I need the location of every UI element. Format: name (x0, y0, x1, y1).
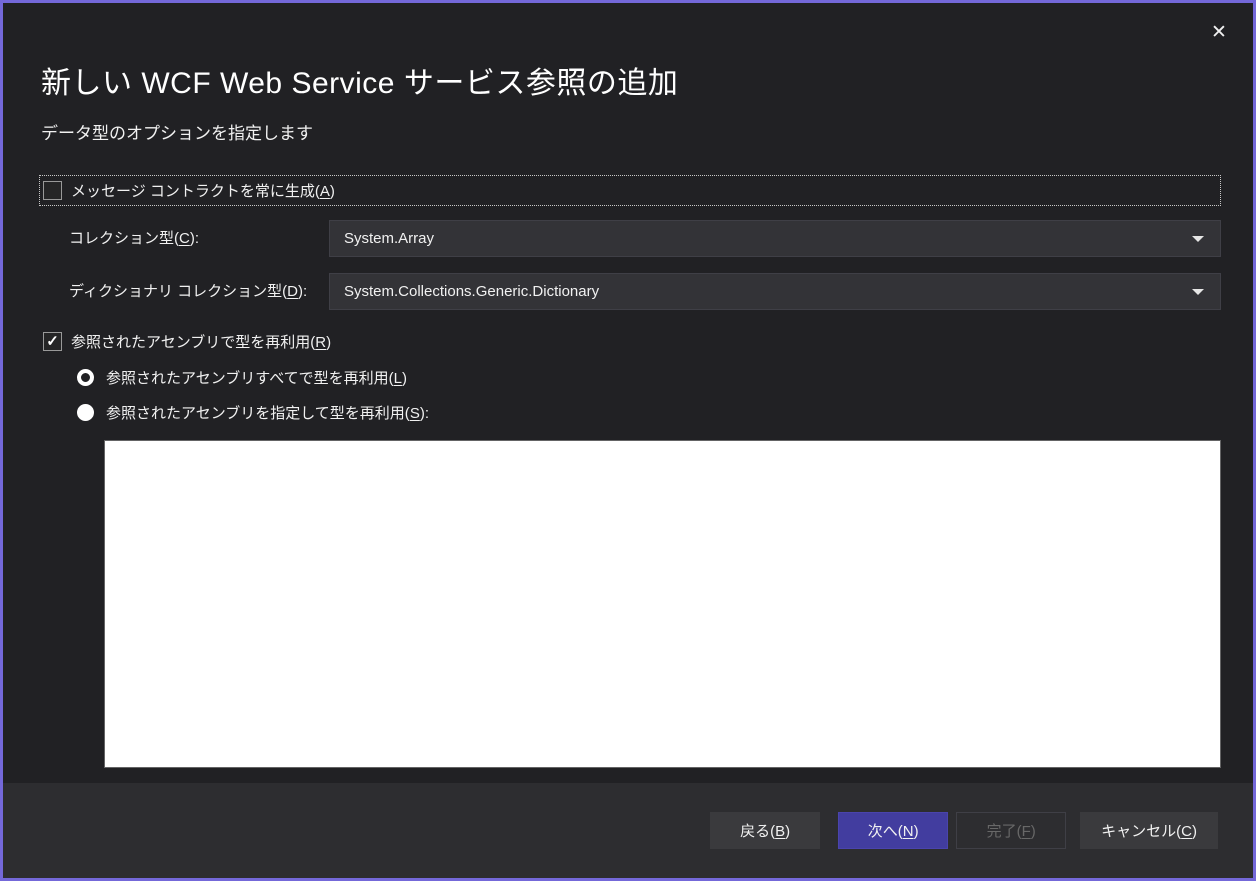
close-icon: ✕ (1211, 22, 1227, 43)
collection-type-select[interactable]: System.Array (329, 220, 1221, 257)
reuse-all-radio-row: 参照されたアセンブリすべてで型を再利用(L) (77, 367, 407, 388)
label-text: ): (189, 230, 200, 247)
label-text: メッセージ コントラクトを常に生成( (71, 183, 320, 200)
checkmark-icon: ✓ (46, 333, 59, 350)
add-wcf-service-reference-dialog: ✕ 新しい WCF Web Service サービス参照の追加 データ型のオプシ… (0, 0, 1256, 881)
access-key: S (409, 405, 420, 422)
dictionary-type-value: System.Collections.Generic.Dictionary (344, 283, 600, 300)
close-button[interactable]: ✕ (1205, 19, 1233, 47)
label-text: 参照されたアセンブリで型を再利用( (71, 334, 316, 351)
label-text: ): (419, 405, 429, 422)
message-contract-row: メッセージ コントラクトを常に生成(A) (39, 175, 1221, 206)
message-contract-checkbox[interactable] (43, 181, 62, 200)
access-key: L (393, 370, 402, 387)
reuse-types-row: ✓ 参照されたアセンブリで型を再利用(R) (43, 331, 331, 352)
label-text: ) (913, 823, 919, 840)
label-text: ) (329, 183, 335, 200)
access-key: R (315, 334, 327, 351)
page-subtitle: データ型のオプションを指定します (41, 124, 313, 143)
access-key: C (179, 230, 190, 247)
reuse-specified-radio[interactable] (77, 404, 94, 421)
label-text: ) (1030, 823, 1036, 840)
page-title: 新しい WCF Web Service サービス参照の追加 (41, 67, 679, 100)
collection-type-value: System.Array (344, 230, 435, 247)
reuse-specified-label[interactable]: 参照されたアセンブリを指定して型を再利用(S): (106, 402, 429, 423)
access-key: A (319, 183, 330, 200)
dictionary-type-select[interactable]: System.Collections.Generic.Dictionary (329, 273, 1221, 310)
reuse-types-checkbox[interactable]: ✓ (43, 332, 62, 351)
reuse-types-label[interactable]: 参照されたアセンブリで型を再利用(R) (71, 331, 331, 352)
access-key: F (1021, 823, 1031, 840)
label-text: ディクショナリ コレクション型( (69, 283, 288, 300)
chevron-down-icon (1192, 288, 1204, 295)
access-key: N (902, 823, 914, 840)
reuse-all-label[interactable]: 参照されたアセンブリすべてで型を再利用(L) (106, 367, 407, 388)
assembly-list[interactable] (104, 440, 1221, 768)
label-text: キャンセル( (1101, 823, 1182, 840)
footer-bar: 戻る(B) 次へ(N) 完了(F) キャンセル(C) (3, 783, 1253, 878)
chevron-down-icon (1192, 235, 1204, 242)
dictionary-type-label: ディクショナリ コレクション型(D): (69, 273, 307, 310)
collection-type-label: コレクション型(C): (69, 220, 199, 257)
finish-button[interactable]: 完了(F) (956, 812, 1067, 849)
reuse-specified-radio-row: 参照されたアセンブリを指定して型を再利用(S): (77, 402, 429, 423)
label-text: 次へ( (867, 823, 903, 840)
label-text: ) (785, 823, 791, 840)
access-key: D (287, 283, 298, 300)
back-button[interactable]: 戻る(B) (710, 812, 821, 849)
label-text: 参照されたアセンブリを指定して型を再利用( (106, 405, 410, 422)
access-key: B (775, 823, 786, 840)
next-button[interactable]: 次へ(N) (838, 812, 949, 849)
label-text: 参照されたアセンブリすべてで型を再利用( (106, 370, 394, 387)
label-text: 完了( (986, 823, 1022, 840)
access-key: C (1181, 823, 1192, 840)
label-text: ) (1192, 823, 1197, 840)
message-contract-label[interactable]: メッセージ コントラクトを常に生成(A) (71, 180, 335, 201)
reuse-all-radio[interactable] (77, 369, 94, 386)
label-text: ) (401, 370, 407, 387)
label-text: 戻る( (740, 823, 776, 840)
cancel-button[interactable]: キャンセル(C) (1080, 812, 1218, 849)
label-text: コレクション型( (69, 230, 179, 247)
label-text: ): (297, 283, 308, 300)
label-text: ) (326, 334, 332, 351)
